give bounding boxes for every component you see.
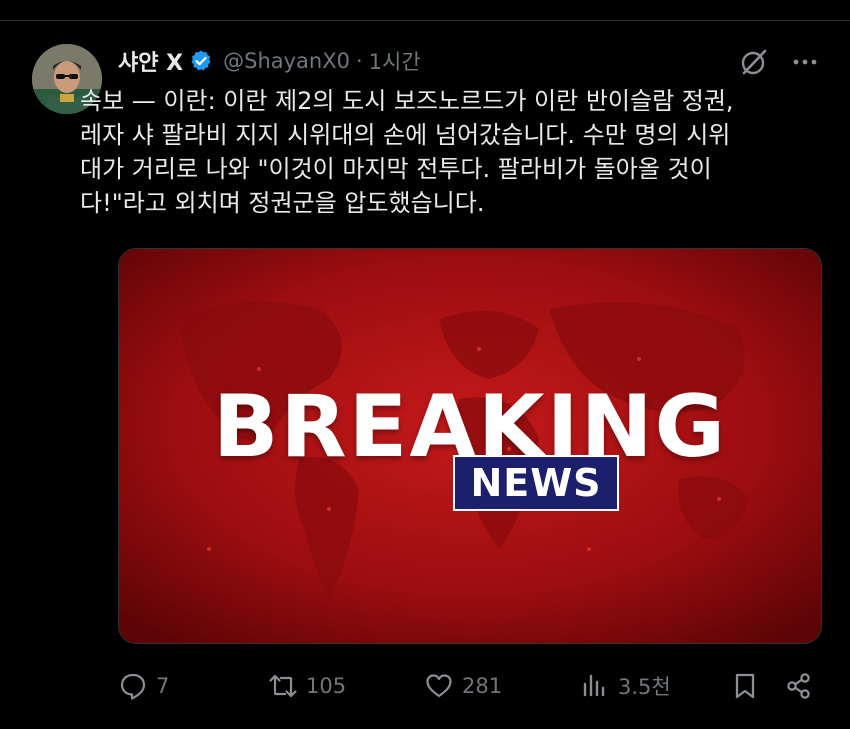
- heart-icon: [426, 674, 452, 698]
- grok-icon[interactable]: [738, 46, 770, 78]
- news-label: NEWS: [453, 455, 619, 511]
- author-handle[interactable]: @ShayanX0: [223, 49, 350, 73]
- tweet-text: 속보 — 이란: 이란 제2의 도시 보즈노르드가 이란 반이슬람 정권, 레자…: [80, 87, 734, 217]
- like-button[interactable]: 281: [424, 666, 502, 706]
- reply-button[interactable]: 7: [118, 666, 169, 706]
- tweet-media-image[interactable]: BREAKING NEWS: [118, 248, 822, 644]
- share-button[interactable]: [784, 666, 822, 706]
- verified-badge-icon: [191, 50, 211, 71]
- tweet-top-icons: [738, 46, 820, 78]
- tweet-header: 샤얀 X @ShayanX0 · 1시간: [118, 44, 421, 78]
- timestamp[interactable]: 1시간: [369, 46, 421, 76]
- separator-dot: ·: [355, 49, 363, 73]
- views-button[interactable]: 3.5천: [580, 666, 671, 706]
- top-divider: [0, 0, 850, 21]
- author-name[interactable]: 샤얀 X: [118, 45, 183, 77]
- views-icon: [583, 674, 605, 697]
- retweet-icon: [269, 674, 297, 698]
- reply-count: 7: [156, 674, 170, 698]
- share-icon: [787, 673, 810, 699]
- reply-icon: [120, 673, 146, 700]
- views-count: 3.5천: [618, 675, 671, 699]
- like-count: 281: [462, 674, 503, 698]
- tweet-actions: 7 105 281 3.5천: [118, 666, 820, 706]
- retweet-count: 105: [306, 674, 347, 698]
- bookmark-button[interactable]: [730, 666, 768, 706]
- more-options-icon[interactable]: [790, 47, 820, 77]
- retweet-button[interactable]: 105: [268, 666, 346, 706]
- bookmark-icon: [735, 673, 755, 699]
